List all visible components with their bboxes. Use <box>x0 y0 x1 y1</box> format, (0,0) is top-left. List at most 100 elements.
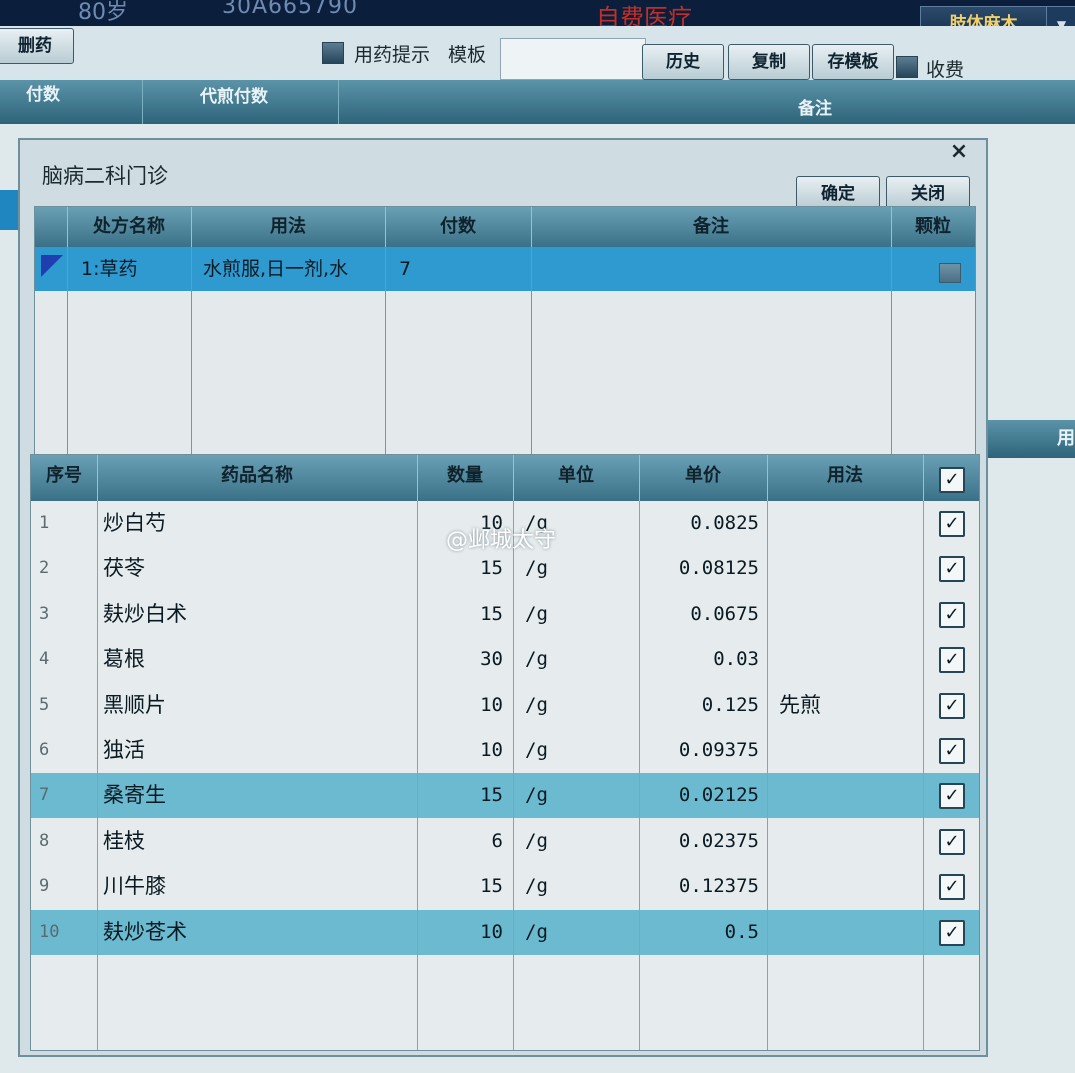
drug-select-checkbox[interactable]: ✓ <box>939 783 965 810</box>
drug-quantity[interactable]: 15 <box>417 773 503 818</box>
grid-divider <box>891 247 892 455</box>
drug-name[interactable]: 麸炒苍术 <box>103 910 403 955</box>
column-header: 付数 <box>0 80 143 124</box>
save-template-button[interactable]: 存模板 <box>812 44 894 80</box>
drug-quantity[interactable]: 6 <box>417 819 503 864</box>
drug-select-checkbox[interactable]: ✓ <box>939 556 965 583</box>
drug-hint-label: 用药提示 <box>354 44 431 66</box>
drug-price[interactable]: 0.5 <box>639 910 759 955</box>
drug-quantity[interactable]: 15 <box>417 864 503 909</box>
drug-price[interactable]: 0.02375 <box>639 819 759 864</box>
seq[interactable]: 9 <box>39 864 89 909</box>
table-row[interactable]: 5 黑顺片 10/g 0.125 先煎 ✓ <box>31 683 979 728</box>
patient-info-bar: 80岁 30A665790 自费医疗 <box>0 0 1075 32</box>
table-row[interactable]: 8 桂枝 6/g 0.02375 ✓ <box>31 819 979 864</box>
drug-quantity[interactable]: 10 <box>417 910 503 955</box>
drug-unit[interactable]: /g <box>525 773 625 818</box>
drug-usage[interactable]: 先煎 <box>779 683 919 728</box>
drug-price[interactable]: 0.02125 <box>639 773 759 818</box>
drug-name[interactable]: 川牛膝 <box>103 864 403 909</box>
drug-select-checkbox[interactable]: ✓ <box>939 601 965 628</box>
drug-usage[interactable] <box>779 910 919 955</box>
drug-select-checkbox[interactable]: ✓ <box>939 511 965 537</box>
drug-usage[interactable] <box>779 864 919 909</box>
drug-price[interactable]: 0.08125 <box>639 546 759 591</box>
drug-quantity[interactable]: 10 <box>417 728 503 773</box>
seq[interactable]: 6 <box>39 728 89 773</box>
drug-name[interactable]: 桂枝 <box>103 819 403 864</box>
column-header: 颗粒 <box>915 216 951 237</box>
drug-name[interactable]: 麸炒白术 <box>103 592 403 637</box>
drug-hint-checkbox[interactable] <box>322 42 344 64</box>
drug-usage[interactable] <box>779 637 919 682</box>
seq[interactable]: 1 <box>39 501 89 546</box>
drug-price[interactable]: 0.125 <box>639 683 759 728</box>
drug-select-checkbox[interactable]: ✓ <box>939 692 965 719</box>
drug-price[interactable]: 0.0825 <box>639 501 759 546</box>
table-row[interactable]: 7 桑寄生 15/g 0.02125 ✓ <box>31 773 979 819</box>
drug-name[interactable]: 茯苓 <box>103 546 403 591</box>
drug-quantity[interactable]: 30 <box>417 637 503 682</box>
side-column-header: 用 <box>985 420 1075 458</box>
drug-quantity[interactable]: 15 <box>417 592 503 637</box>
seq[interactable]: 7 <box>39 773 89 818</box>
drug-usage[interactable] <box>779 546 919 591</box>
drug-usage[interactable] <box>779 728 919 773</box>
drug-name[interactable]: 葛根 <box>103 637 403 682</box>
drug-unit[interactable]: /g <box>525 864 625 909</box>
column-header: 数量 <box>417 455 514 501</box>
drug-select-checkbox[interactable]: ✓ <box>939 738 965 764</box>
drug-select-checkbox[interactable]: ✓ <box>939 919 965 946</box>
prescription-name[interactable]: 1:草药 <box>81 247 189 291</box>
background-table-header: 付数 代煎付数 备注 <box>0 80 1075 124</box>
drug-price[interactable]: 0.03 <box>639 637 759 682</box>
table-row[interactable]: 10 麸炒苍术 10/g 0.5 ✓ <box>31 909 979 955</box>
prescription-grid-header: 处方名称 用法 付数 备注 颗粒 <box>35 207 975 247</box>
drug-select-checkbox[interactable]: ✓ <box>939 828 965 855</box>
seq[interactable]: 8 <box>39 819 89 864</box>
seq[interactable]: 3 <box>39 592 89 637</box>
drug-price[interactable]: 0.0675 <box>639 592 759 637</box>
drug-unit[interactable]: /g <box>525 592 625 637</box>
drug-select-checkbox[interactable]: ✓ <box>939 874 965 901</box>
drug-unit[interactable]: /g <box>525 819 625 864</box>
grid-divider <box>639 501 640 1050</box>
charge-checkbox[interactable] <box>896 56 918 78</box>
drug-usage[interactable] <box>779 501 919 546</box>
drug-quantity[interactable]: 10 <box>417 683 503 728</box>
prescription-note[interactable] <box>545 247 885 291</box>
drug-unit[interactable]: /g <box>525 637 625 682</box>
grid-divider <box>923 501 924 1050</box>
seq[interactable]: 10 <box>39 910 89 955</box>
drug-name[interactable]: 黑顺片 <box>103 683 403 728</box>
copy-button[interactable]: 复制 <box>728 44 810 80</box>
close-icon[interactable]: × <box>945 140 973 164</box>
prescription-usage[interactable]: 水煎服,日一剂,水 <box>203 247 385 291</box>
template-input[interactable] <box>500 38 646 80</box>
drug-select-checkbox[interactable]: ✓ <box>939 647 965 674</box>
drug-name[interactable]: 独活 <box>103 728 403 773</box>
table-row[interactable]: 9 川牛膝 15/g 0.12375 ✓ <box>31 864 979 909</box>
drug-unit[interactable]: /g <box>525 683 625 728</box>
delete-drug-button[interactable]: 删药 <box>0 28 74 64</box>
drug-usage[interactable] <box>779 819 919 864</box>
seq[interactable]: 4 <box>39 637 89 682</box>
seq[interactable]: 5 <box>39 683 89 728</box>
drug-unit[interactable]: /g <box>525 728 625 773</box>
prescription-doses[interactable]: 7 <box>399 247 519 291</box>
column-header <box>35 207 68 247</box>
drug-name[interactable]: 炒白芍 <box>103 501 403 546</box>
drug-name[interactable]: 桑寄生 <box>103 773 403 818</box>
drug-price[interactable]: 0.09375 <box>639 728 759 773</box>
drug-unit[interactable]: /g <box>525 910 625 955</box>
table-row[interactable]: 4 葛根 30/g 0.03 ✓ <box>31 637 979 682</box>
granule-checkbox[interactable] <box>939 263 961 283</box>
table-row[interactable]: 3 麸炒白术 15/g 0.0675 ✓ <box>31 592 979 637</box>
drug-price[interactable]: 0.12375 <box>639 864 759 909</box>
drug-usage[interactable] <box>779 592 919 637</box>
drug-usage[interactable] <box>779 773 919 818</box>
select-all-checkbox[interactable]: ✓ <box>939 467 965 493</box>
history-button[interactable]: 历史 <box>642 44 724 80</box>
table-row[interactable]: 6 独活 10/g 0.09375 ✓ <box>31 728 979 773</box>
seq[interactable]: 2 <box>39 546 89 591</box>
